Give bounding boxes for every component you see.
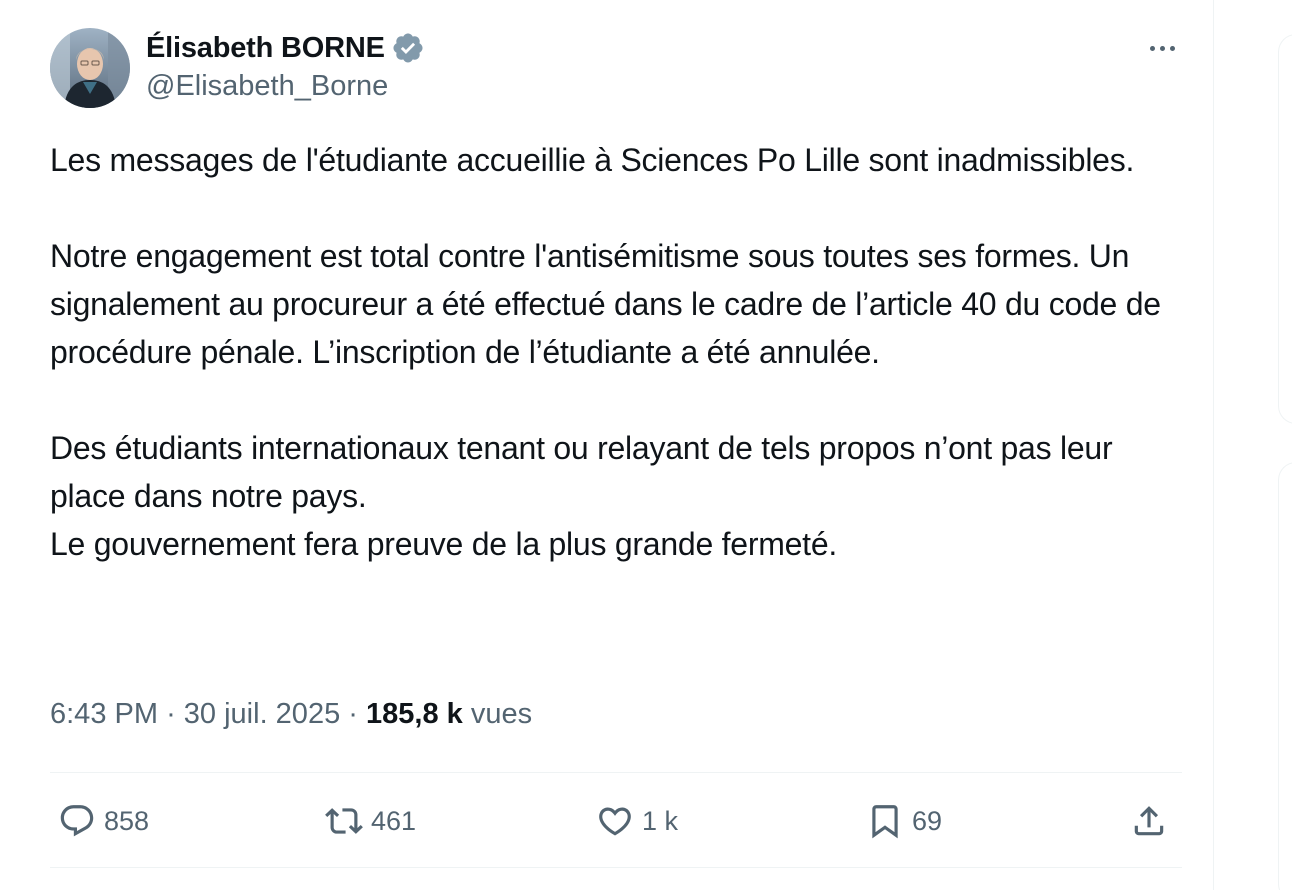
bookmark-icon [872,805,898,839]
author-display-name[interactable]: Élisabeth BORNE [146,32,385,65]
bookmark-button[interactable]: 69 [866,800,942,842]
sidebar-card [1278,462,1292,890]
divider [50,867,1182,868]
author-handle[interactable]: @Elisabeth_Borne [146,70,388,103]
repost-icon [325,808,363,834]
bookmark-count: 69 [912,805,943,836]
tweet-text: Les messages de l'étudiante accueillie à… [50,136,1190,568]
tweet-paragraph: Des étudiants internationaux tenant ou r… [50,430,1113,514]
tweet-detail: Élisabeth BORNE @Elisabeth_Borne Les mes… [0,0,1214,890]
meta-separator: · [166,698,176,730]
more-icon[interactable] [1140,30,1184,66]
sidebar-card [1278,34,1292,424]
reply-button[interactable]: 858 [58,800,149,842]
like-button[interactable]: 1 k [596,800,678,842]
more-dot [1169,45,1175,51]
tweet-meta: 6:43 PM · 30 juil. 2025 · 185,8 k vues [50,698,532,731]
avatar[interactable] [50,28,130,108]
meta-separator: · [348,698,358,730]
tweet-time[interactable]: 6:43 PM [50,698,158,730]
tweet-paragraph: Le gouvernement fera preuve de la plus g… [50,526,837,562]
share-button[interactable] [1130,800,1168,842]
share-icon [1134,806,1164,836]
tweet-paragraph: Les messages de l'étudiante accueillie à… [50,142,1135,178]
tweet-date[interactable]: 30 juil. 2025 [184,698,340,730]
repost-count: 461 [371,805,417,836]
repost-button[interactable]: 461 [325,800,416,842]
more-dot [1159,45,1165,51]
views-count[interactable]: 185,8 k [366,698,463,730]
like-count: 1 k [642,805,679,836]
tweet-paragraph: Notre engagement est total contre l'anti… [50,238,1161,370]
reply-count: 858 [104,805,150,836]
tweet-page: Élisabeth BORNE @Elisabeth_Borne Les mes… [0,0,1292,890]
verified-badge-icon[interactable] [391,31,425,65]
author-name-row[interactable]: Élisabeth BORNE [146,28,425,68]
divider [50,772,1182,773]
reply-icon [60,805,94,837]
heart-icon [599,807,631,836]
views-label: vues [470,698,533,730]
more-dot [1149,45,1155,51]
